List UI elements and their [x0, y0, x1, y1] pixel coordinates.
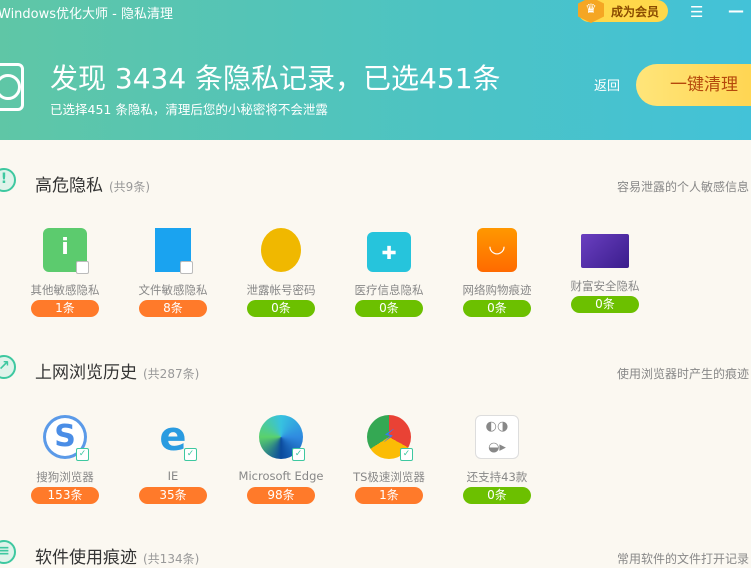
medical-kit-icon: ✚ — [367, 232, 411, 272]
item-count-badge: 35条 — [139, 487, 207, 504]
more-browsers-icon: ◐◑ ◒▸ — [475, 415, 519, 459]
checkbox[interactable]: ✓ — [292, 448, 305, 461]
privacy-item[interactable]: 财富安全隐私 0条 — [555, 228, 655, 313]
section-title: 软件使用痕迹 (共134条) — [35, 548, 200, 568]
subtitle: 已选择451 条隐私，清理后您的小秘密将不会泄露 — [50, 102, 328, 117]
user-icon — [261, 228, 301, 272]
item-count-badge: 153条 — [31, 487, 99, 504]
window-title: Windows优化大师 - 隐私清理 — [0, 7, 173, 22]
item-label: Microsoft Edge — [238, 469, 324, 483]
vip-label: 成为会员 — [611, 5, 660, 19]
checkbox[interactable] — [76, 261, 89, 274]
credit-card-icon — [581, 234, 629, 268]
item-label: 还支持43款 — [466, 470, 528, 484]
item-label: 搜狗浏览器 — [36, 470, 94, 484]
document-icon — [155, 228, 193, 274]
item-label: TS极速浏览器 — [353, 470, 425, 484]
section-description: 使用浏览器时产生的痕迹 — [617, 367, 750, 381]
privacy-item[interactable]: ◐◑ ◒▸ 还支持43款 0条 — [447, 415, 547, 504]
section-title: 高危隐私 (共9条) — [35, 176, 150, 196]
become-vip-button[interactable]: ♛ 成为会员 — [578, 0, 668, 23]
item-count-badge: 1条 — [31, 300, 99, 317]
section-icon: ≡ — [0, 540, 16, 564]
privacy-item[interactable]: S ✓ 搜狗浏览器 153条 — [15, 415, 115, 504]
back-link[interactable]: 返回 — [594, 75, 620, 94]
headline: 发现 3434 条隐私记录，已选451条 — [50, 62, 501, 95]
item-label: IE — [167, 469, 179, 483]
section-count: (共134条) — [143, 552, 200, 566]
minimize-icon[interactable]: — — [728, 1, 744, 20]
item-count-badge: 8条 — [139, 300, 207, 317]
item-label: 泄露帐号密码 — [246, 283, 316, 297]
menu-icon[interactable]: ☰ — [690, 3, 703, 21]
item-label: 文件敏感隐私 — [138, 283, 208, 297]
edge-icon: ✓ — [259, 415, 305, 461]
item-count-badge: 0条 — [571, 296, 639, 313]
shopping-bag-icon: ◡ — [477, 228, 517, 272]
privacy-logo-icon — [0, 63, 24, 111]
privacy-item[interactable]: ⚡ ✓ TS极速浏览器 1条 — [339, 415, 439, 504]
section-description: 常用软件的文件打开记录 — [617, 552, 750, 566]
crown-icon: ♛ — [578, 0, 604, 23]
privacy-item[interactable]: 泄露帐号密码 0条 — [231, 228, 331, 317]
privacy-item[interactable]: 文件敏感隐私 8条 — [123, 228, 223, 317]
privacy-item[interactable]: i 其他敏感隐私 1条 — [15, 228, 115, 317]
privacy-item[interactable]: e ✓ IE 35条 — [123, 415, 223, 504]
privacy-item[interactable]: ✓ Microsoft Edge 98条 — [231, 415, 331, 504]
item-label: 网络购物痕迹 — [462, 283, 532, 297]
section-icon: ! — [0, 168, 16, 192]
item-count-badge: 0条 — [247, 300, 315, 317]
sogou-browser-icon: S ✓ — [43, 415, 89, 461]
ts-browser-icon: ⚡ ✓ — [367, 415, 413, 461]
info-bubble-icon: i — [43, 228, 89, 274]
section-count: (共9条) — [109, 180, 150, 194]
checkbox[interactable]: ✓ — [400, 448, 413, 461]
item-count-badge: 1条 — [355, 487, 423, 504]
section-title: 上网浏览历史 (共287条) — [35, 363, 200, 383]
checkbox[interactable] — [180, 261, 193, 274]
ie-icon: e ✓ — [151, 415, 197, 461]
item-count-badge: 0条 — [463, 300, 531, 317]
section-icon: ↗ — [0, 355, 16, 379]
one-click-clean-button[interactable]: 一键清理 — [636, 64, 751, 106]
privacy-item[interactable]: ✚ 医疗信息隐私 0条 — [339, 228, 439, 317]
item-label: 财富安全隐私 — [570, 279, 640, 293]
item-label: 医疗信息隐私 — [354, 283, 424, 297]
section-description: 容易泄露的个人敏感信息 — [617, 180, 750, 194]
checkbox[interactable]: ✓ — [76, 448, 89, 461]
item-count-badge: 0条 — [355, 300, 423, 317]
item-count-badge: 0条 — [463, 487, 531, 504]
section-count: (共287条) — [143, 367, 200, 381]
item-count-badge: 98条 — [247, 487, 315, 504]
privacy-item[interactable]: ◡ 网络购物痕迹 0条 — [447, 228, 547, 317]
checkbox[interactable]: ✓ — [184, 448, 197, 461]
header-banner: Windows优化大师 - 隐私清理 ♛ 成为会员 ☰ — 发现 3434 条隐私… — [0, 0, 751, 140]
item-label: 其他敏感隐私 — [30, 283, 100, 297]
